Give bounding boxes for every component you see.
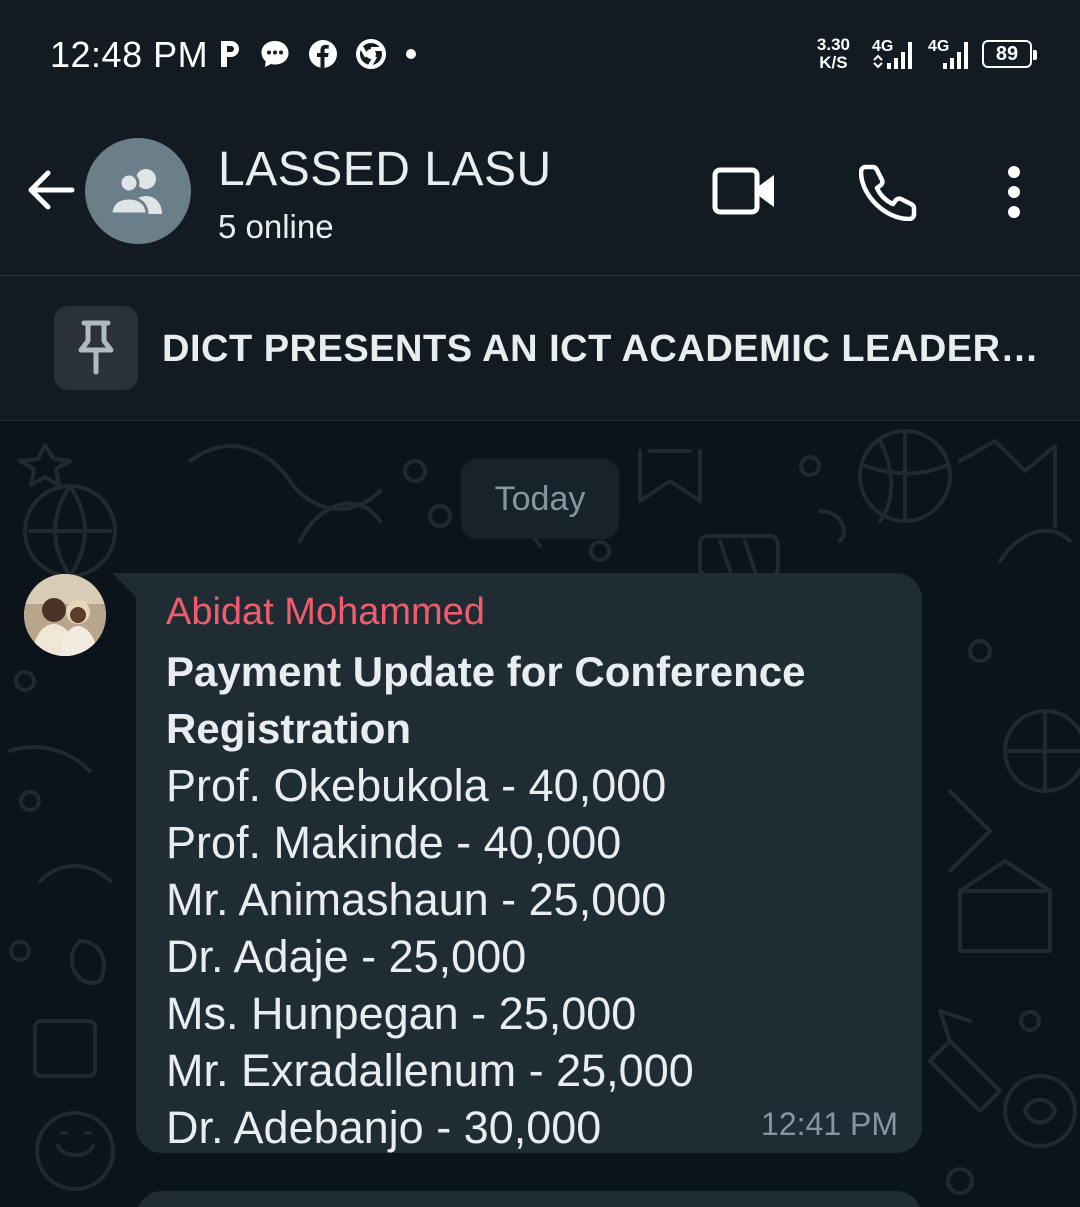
signal-4g-icon-2: 4G: [926, 36, 972, 72]
message-bubble[interactable]: Abidat Mohammed Payment Update for Confe…: [136, 573, 922, 1153]
chat-header: LASSED LASU 5 online: [0, 110, 1080, 276]
message-line: Mr. Exradallenum - 25,000: [166, 1045, 694, 1096]
message-line: Mr. Animashaun - 25,000: [166, 874, 667, 925]
pin-icon-box: [54, 306, 138, 390]
pinned-message-bar[interactable]: DICT PRESENTS AN ICT ACADEMIC LEADER…: [0, 276, 1080, 421]
sender-name[interactable]: Abidat Mohammed: [166, 587, 892, 637]
group-avatar[interactable]: [85, 138, 191, 244]
message-heading-line-2: Registration: [166, 705, 412, 752]
network-speed-unit: K/S: [819, 53, 848, 72]
status-time: 12:48 PM: [50, 34, 209, 75]
signal-4g-icon: 4G: [870, 36, 916, 72]
video-call-button[interactable]: [712, 162, 778, 222]
network-speed: 3.30 K/S: [817, 36, 850, 72]
facebook-icon: [308, 39, 338, 69]
more-options-button[interactable]: [994, 162, 1034, 222]
chat-bubble-icon: [260, 39, 290, 69]
message-line: Dr. Adaje - 25,000: [166, 931, 527, 982]
signal-2-label: 4G: [928, 38, 949, 55]
phone-icon: [859, 164, 917, 221]
notification-icons: [218, 36, 418, 72]
message-line: Prof. Makinde - 40,000: [166, 817, 622, 868]
chrome-icon: [356, 39, 386, 69]
signal-1-label: 4G: [872, 38, 893, 55]
pinned-message-text: DICT PRESENTS AN ICT ACADEMIC LEADER…: [162, 328, 1040, 370]
group-icon: [109, 169, 162, 216]
dot-icon: [404, 47, 418, 61]
parking-app-icon: [218, 39, 242, 69]
message-line: Prof. Okebukola - 40,000: [166, 760, 667, 811]
pin-icon: [78, 320, 114, 375]
message-timestamp: 12:41 PM: [761, 1106, 898, 1142]
sender-avatar[interactable]: [24, 574, 106, 656]
arrow-left-icon: [28, 170, 75, 210]
network-speed-value: 3.30: [816, 35, 850, 54]
voice-call-button[interactable]: [858, 162, 918, 222]
sender-photo: [24, 574, 106, 656]
status-bar: 12:48 PM 3.30 K/S 4G 4G 89: [0, 0, 1080, 110]
more-options-icon: [1008, 166, 1020, 218]
chat-area[interactable]: Today Abidat Mohammed Payment Update for…: [0, 421, 1080, 1207]
next-message-bubble[interactable]: [136, 1191, 922, 1207]
chat-title[interactable]: LASSED LASU: [218, 142, 552, 197]
battery-indicator: 89: [982, 40, 1037, 68]
video-call-icon: [712, 167, 774, 215]
bubble-tail: [112, 573, 138, 599]
system-indicators: 3.30 K/S 4G 4G 89: [817, 32, 1037, 76]
message-line: Ms. Hunpegan - 25,000: [166, 988, 637, 1039]
message-heading-line-1: Payment Update for Conference: [166, 648, 806, 695]
online-count: 5 online: [218, 208, 334, 245]
whatsapp-chat-screen: 12:48 PM 3.30 K/S 4G 4G 89 LASSED LASU 5…: [0, 0, 1080, 1207]
date-separator: Today: [461, 459, 619, 539]
back-button[interactable]: [22, 162, 78, 218]
